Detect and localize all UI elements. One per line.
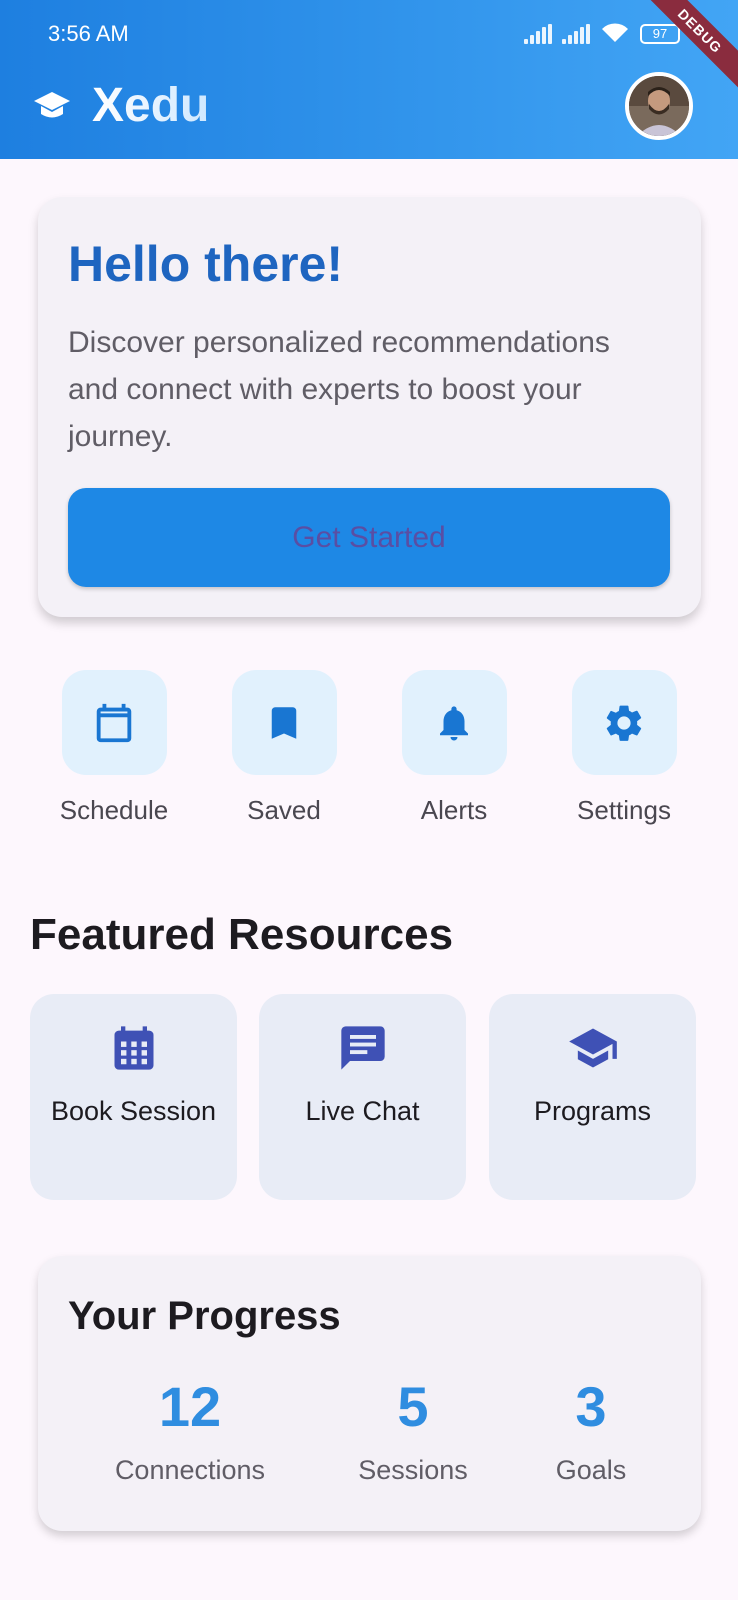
calendar-grid-icon — [114, 1026, 153, 1070]
welcome-card: Hello there! Discover personalized recom… — [38, 197, 701, 617]
feature-programs[interactable]: Programs — [489, 994, 696, 1200]
settings-icon-box — [571, 670, 677, 775]
quick-action-label: Settings — [577, 795, 671, 825]
app-bar: 3:56 AM 97 DEBUG Xedu — [0, 0, 738, 159]
get-started-button[interactable]: Get Started — [68, 488, 670, 587]
brand: Xedu — [32, 78, 209, 133]
gear-icon — [606, 705, 642, 741]
status-bar: 3:56 AM 97 — [0, 18, 738, 52]
status-icons: 97 — [524, 22, 680, 44]
avatar[interactable] — [625, 72, 693, 140]
calendar-icon — [96, 703, 132, 742]
bookmark-icon — [271, 706, 297, 739]
stat-label: Connections — [114, 1455, 266, 1485]
quick-action-label: Schedule — [59, 795, 169, 825]
feature-label: Programs — [533, 1096, 652, 1126]
quick-action-saved[interactable]: Saved — [199, 670, 369, 826]
quick-action-label: Saved — [247, 795, 321, 825]
graduation-cap-icon — [568, 1028, 617, 1068]
app-title: Xedu — [92, 79, 210, 132]
quick-action-settings[interactable]: Settings — [539, 670, 709, 826]
feature-label: Live Chat — [305, 1096, 420, 1126]
signal-icon-2 — [562, 24, 590, 44]
feature-live-chat[interactable]: Live Chat — [259, 994, 466, 1200]
wifi-icon — [602, 23, 628, 42]
graduation-cap-icon — [34, 91, 70, 117]
signal-icon — [524, 24, 552, 44]
saved-icon-box — [231, 670, 337, 775]
progress-card: Your Progress 12 Connections 5 Sessions … — [38, 1256, 701, 1531]
schedule-icon-box — [61, 670, 167, 775]
alerts-icon-box — [401, 670, 507, 775]
status-time: 3:56 AM — [48, 21, 129, 46]
stat-connections: 12 Connections — [80, 1374, 300, 1486]
stat-value: 12 — [158, 1375, 222, 1438]
bell-icon — [440, 705, 468, 740]
featured-resources-title: Featured Resources — [30, 910, 454, 959]
avatar-image — [629, 76, 689, 136]
welcome-description: Discover personalized recommendations an… — [68, 326, 610, 453]
progress-title: Your Progress — [68, 1294, 341, 1338]
quick-action-label: Alerts — [420, 795, 488, 825]
welcome-heading: Hello there! — [68, 236, 344, 292]
battery-icon: 97 — [640, 24, 680, 44]
quick-actions: Schedule Saved Alerts Settings — [0, 670, 738, 830]
feature-label: Book Session — [50, 1096, 217, 1126]
feature-book-session[interactable]: Book Session — [30, 994, 237, 1200]
quick-action-alerts[interactable]: Alerts — [369, 670, 539, 826]
stat-goals: 3 Goals — [481, 1374, 701, 1486]
chat-icon — [340, 1026, 385, 1070]
stat-label: Goals — [555, 1455, 627, 1485]
quick-action-schedule[interactable]: Schedule — [29, 670, 199, 826]
stat-value: 3 — [575, 1375, 607, 1438]
